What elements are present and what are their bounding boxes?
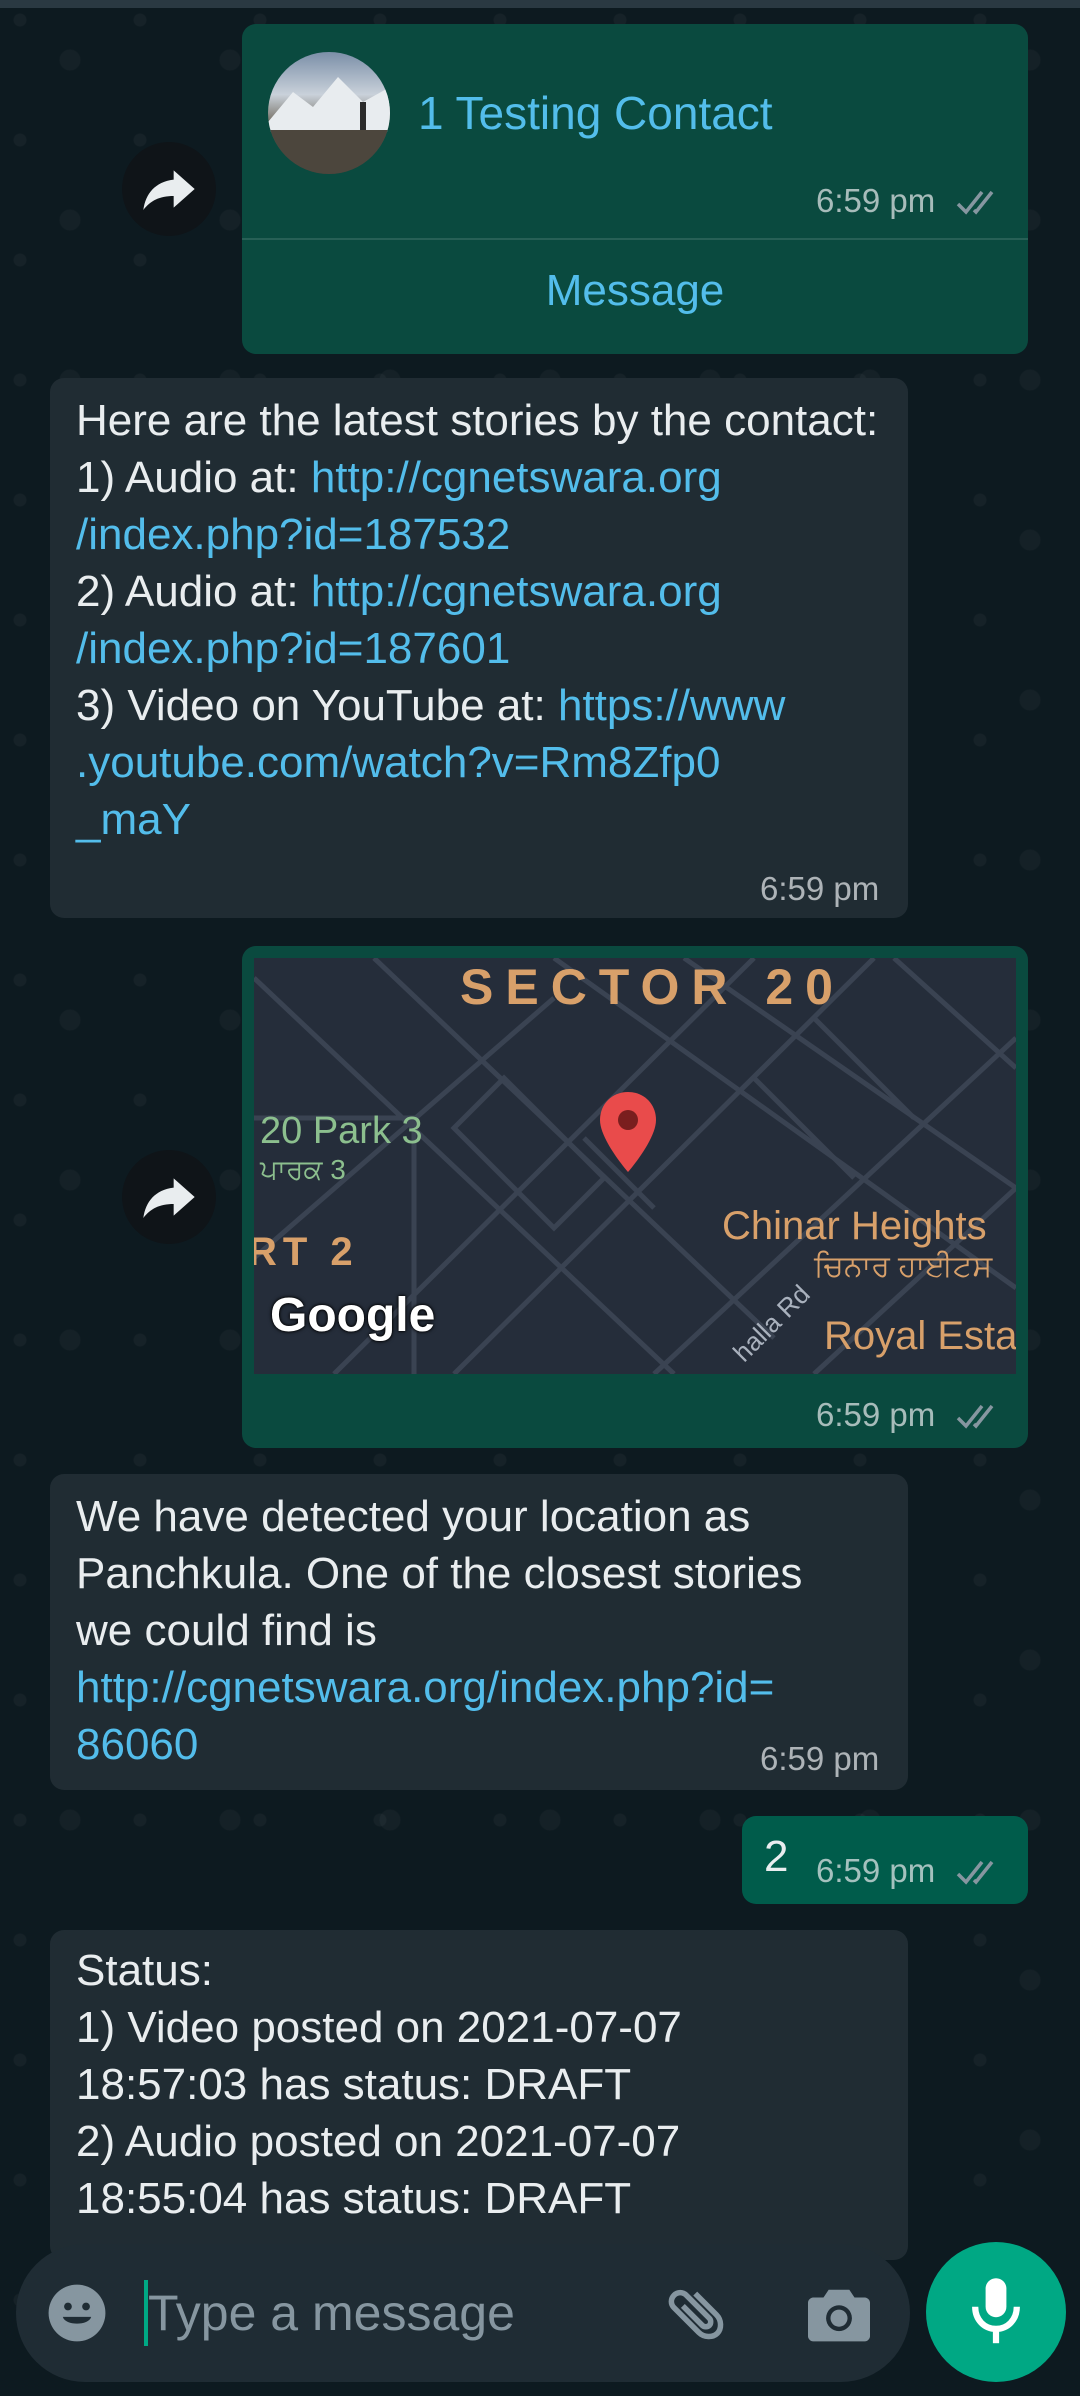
stories-intro: Here are the latest stories by the conta…: [76, 396, 879, 445]
google-logo: Google: [270, 1289, 436, 1342]
emoji-icon[interactable]: [46, 2282, 108, 2344]
map-label-park-local: ਪਾਰਕ 3: [260, 1154, 346, 1185]
map-label-park: 20 Park 3: [260, 1110, 423, 1152]
voice-record-button[interactable]: [926, 2242, 1066, 2382]
microphone-icon: [972, 2278, 1020, 2344]
reply-message-time: 6:59 pm: [816, 1852, 1006, 1890]
timestamp: 6:59 pm: [816, 1396, 936, 1433]
item3-link-cont[interactable]: .youtube.com/watch?v=Rm8Zfp0: [76, 738, 720, 787]
message-composer[interactable]: Type a message: [16, 2244, 910, 2382]
reply-message-text: 2: [764, 1832, 789, 1881]
status-line3: 2) Audio posted on 2021-07-07: [76, 2117, 681, 2166]
status-title: Status:: [76, 1946, 213, 1995]
status-line2: 18:57:03 has status: DRAFT: [76, 2060, 632, 2109]
map-pin-icon: [600, 1092, 656, 1172]
contact-card-divider: [242, 238, 1028, 240]
contact-card-time: 6:59 pm: [816, 182, 1006, 220]
item2-link[interactable]: http://cgnetswara.org: [311, 567, 722, 616]
location-message-time: 6:59 pm: [816, 1396, 1006, 1434]
detected-line3: we could find is: [76, 1606, 377, 1655]
item2-link-cont[interactable]: /index.php?id=187601: [76, 624, 510, 673]
stories-message-text: Here are the latest stories by the conta…: [76, 392, 896, 848]
forward-icon: [143, 170, 195, 210]
timestamp: 6:59 pm: [816, 182, 936, 219]
status-message-text: Status: 1) Video posted on 2021-07-07 18…: [76, 1942, 896, 2227]
item1-link-cont[interactable]: /index.php?id=187532: [76, 510, 510, 559]
detected-message-text: We have detected your location as Panchk…: [76, 1488, 906, 1773]
message-contact-button[interactable]: Message: [242, 266, 1028, 316]
contact-name[interactable]: 1 Testing Contact: [418, 86, 773, 140]
double-check-icon: [957, 1861, 994, 1885]
detected-line2: Panchkula. One of the closest stories: [76, 1549, 803, 1598]
double-check-icon: [957, 191, 994, 215]
item1-link[interactable]: http://cgnetswara.org: [311, 453, 722, 502]
map-label-rt: RT 2: [254, 1230, 359, 1274]
location-map[interactable]: SECTOR 20 20 Park 3 ਪਾਰਕ 3 RT 2 Chinar H…: [254, 958, 1016, 1374]
forward-button[interactable]: [122, 142, 216, 236]
map-label-sector: SECTOR 20: [460, 959, 845, 1015]
attach-icon[interactable]: [655, 2271, 740, 2356]
camera-icon[interactable]: [808, 2284, 870, 2342]
timestamp: 6:59 pm: [816, 1852, 936, 1889]
detected-message-time: 6:59 pm: [760, 1740, 880, 1777]
detected-story-link-cont[interactable]: 86060: [76, 1720, 198, 1769]
map-label-chinar: Chinar Heights: [722, 1204, 987, 1248]
item3-label: 3) Video on YouTube at:: [76, 681, 558, 730]
item3-link-end[interactable]: _maY: [76, 795, 191, 844]
detected-story-link[interactable]: http://cgnetswara.org/index.php?id=: [76, 1663, 774, 1712]
forward-icon: [143, 1178, 195, 1218]
contact-avatar[interactable]: [268, 52, 390, 174]
top-divider: [0, 0, 1080, 8]
status-line4: 18:55:04 has status: DRAFT: [76, 2174, 632, 2223]
item1-label: 1) Audio at:: [76, 453, 311, 502]
item3-link[interactable]: https://www: [558, 681, 785, 730]
status-line1: 1) Video posted on 2021-07-07: [76, 2003, 682, 2052]
detected-line1: We have detected your location as: [76, 1492, 751, 1541]
map-label-royal: Royal Esta: [824, 1314, 1016, 1358]
map-label-chinar-local: ਚਿਨਾਰ ਹਾਈਟਸ: [814, 1250, 993, 1283]
stories-message-time: 6:59 pm: [760, 870, 880, 907]
message-input[interactable]: Type a message: [148, 2284, 515, 2342]
item2-label: 2) Audio at:: [76, 567, 311, 616]
double-check-icon: [957, 1405, 994, 1429]
forward-button-location[interactable]: [122, 1150, 216, 1244]
